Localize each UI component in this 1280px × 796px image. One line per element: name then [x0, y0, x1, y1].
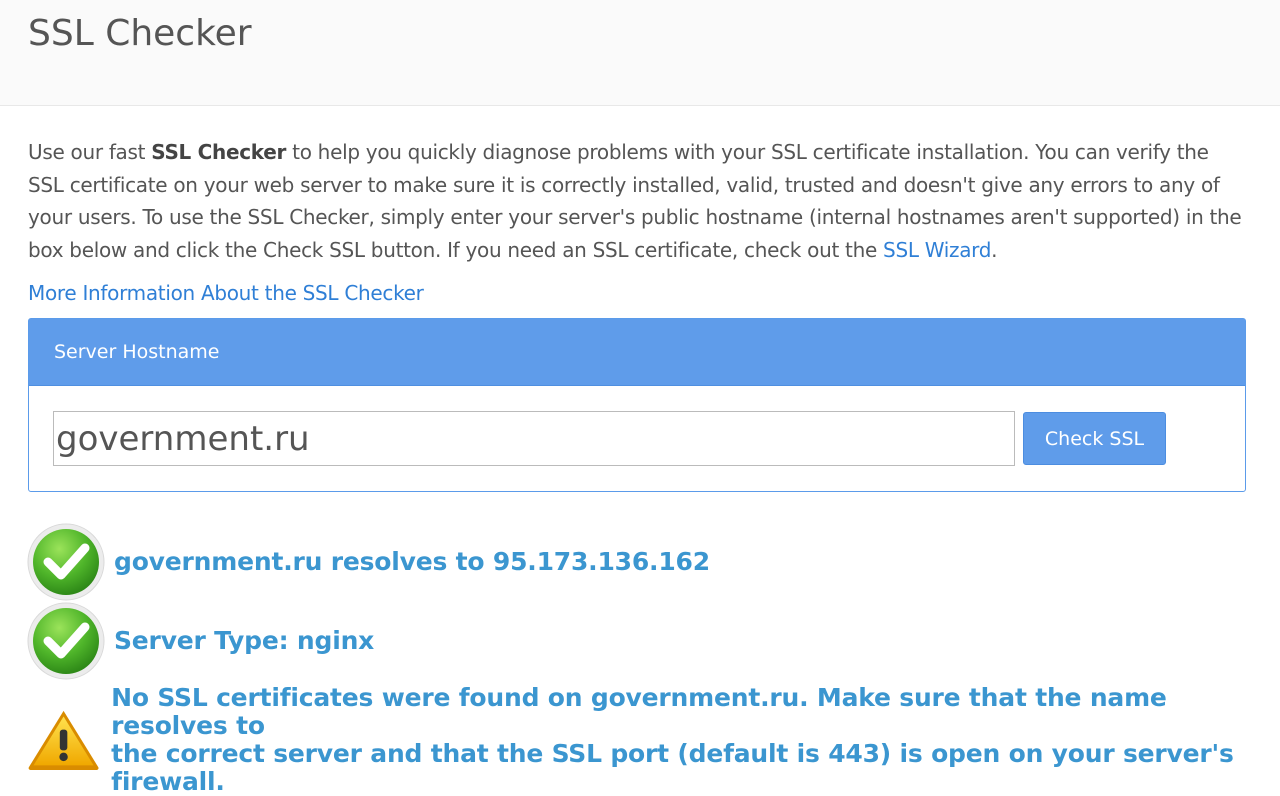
- intro-suffix: .: [991, 237, 998, 262]
- warning-text-line2: the correct server and that the SSL port…: [111, 739, 1234, 796]
- page-title: SSL Checker: [28, 13, 252, 54]
- warning-triangle-icon: [28, 710, 99, 771]
- warning-text-line1: No SSL certificates were found on govern…: [111, 683, 1167, 740]
- check-ssl-button[interactable]: Check SSL: [1023, 412, 1166, 465]
- intro-paragraph: Use our fast SSL Checker to help you qui…: [28, 136, 1250, 266]
- warning-text: No SSL certificates were found on govern…: [111, 684, 1280, 796]
- hostname-input[interactable]: [53, 411, 1015, 466]
- green-check-icon: [27, 523, 105, 601]
- result-row-warning: No SSL certificates were found on govern…: [26, 684, 1280, 796]
- more-info-link[interactable]: More Information About the SSL Checker: [28, 278, 424, 308]
- panel-heading: Server Hostname: [29, 319, 1245, 386]
- intro-prefix: Use our fast: [28, 140, 152, 164]
- green-check-icon: [27, 602, 105, 680]
- hostname-panel: Server Hostname Check SSL: [28, 318, 1246, 492]
- result-row-server-type: Server Type: nginx: [26, 601, 374, 681]
- result-text: government.ru resolves to 95.173.136.162: [114, 547, 710, 576]
- intro-bold: SSL Checker: [151, 140, 287, 164]
- page-header: SSL Checker: [0, 0, 1280, 106]
- ssl-wizard-link[interactable]: SSL Wizard: [883, 238, 991, 262]
- result-row-resolve: government.ru resolves to 95.173.136.162: [26, 522, 710, 602]
- result-text: Server Type: nginx: [114, 626, 375, 655]
